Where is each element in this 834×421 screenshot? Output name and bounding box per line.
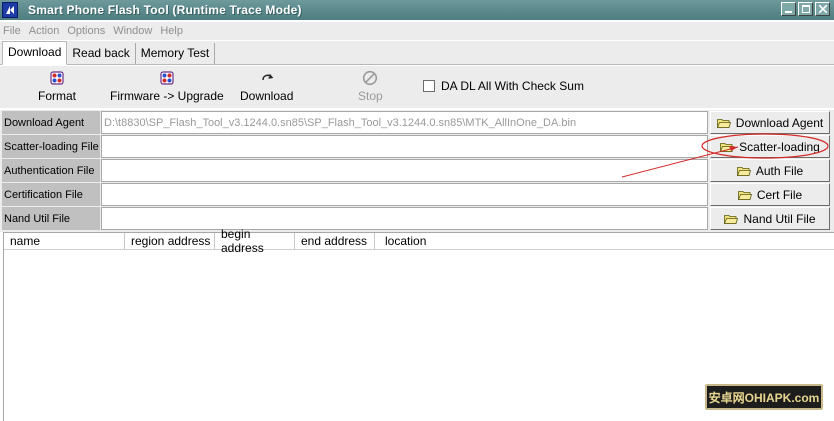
format-button[interactable]: Format <box>38 70 76 103</box>
title-bar[interactable]: Smart Phone Flash Tool (Runtime Trace Mo… <box>0 0 834 20</box>
stop-button[interactable]: Stop <box>358 70 383 103</box>
certification-label: Certification File <box>2 183 100 206</box>
certification-row: Certification File Cert File <box>0 183 834 207</box>
folder-icon <box>716 118 731 128</box>
file-selection-panel: Download Agent D:\t8830\SP_Flash_Tool_v3… <box>0 110 834 232</box>
tab-strip: Download Read back Memory Test <box>0 41 834 65</box>
nand-util-button-label: Nand Util File <box>743 211 816 226</box>
scatter-loading-button-label: Scatter-loading <box>739 139 820 154</box>
menu-window[interactable]: Window <box>109 25 156 37</box>
checksum-checkbox[interactable] <box>423 80 435 92</box>
firmware-upgrade-button[interactable]: Firmware -> Upgrade <box>110 70 224 103</box>
table-header: name region address begin address end ad… <box>4 227 834 255</box>
nand-util-row: Nand Util File Nand Util File <box>0 207 834 231</box>
cert-file-button[interactable]: Cert File <box>710 183 830 206</box>
nand-util-field[interactable] <box>101 207 708 230</box>
authentication-row: Authentication File Auth File <box>0 159 834 183</box>
watermark-logo: 安卓网OHIAPK.com <box>705 384 823 410</box>
scatter-loading-button[interactable]: Scatter-loading <box>710 135 830 158</box>
download-arrow-icon <box>259 70 275 86</box>
close-icon[interactable] <box>815 2 830 16</box>
column-location[interactable]: location <box>375 233 495 249</box>
column-begin-address[interactable]: begin address <box>215 227 295 255</box>
download-label: Download <box>240 89 294 103</box>
folder-icon <box>724 214 739 224</box>
format-icon <box>49 70 65 86</box>
minimize-icon[interactable] <box>781 2 796 16</box>
certification-field[interactable] <box>101 183 708 206</box>
tab-read-back[interactable]: Read back <box>67 43 136 64</box>
nand-util-button[interactable]: Nand Util File <box>710 207 830 230</box>
stop-icon <box>362 70 378 86</box>
flash-tool-logo-icon[interactable] <box>2 2 18 18</box>
tab-memory-test[interactable]: Memory Test <box>136 43 216 64</box>
watermark-text: 安卓网OHIAPK.com <box>708 390 820 405</box>
column-region-address[interactable]: region address <box>125 233 215 249</box>
menu-options[interactable]: Options <box>63 25 109 37</box>
authentication-field[interactable] <box>101 159 708 182</box>
folder-icon <box>736 166 751 176</box>
column-end-address[interactable]: end address <box>295 233 375 249</box>
scatter-loading-row: Scatter-loading File Scatter-loading <box>0 135 834 159</box>
toolbar: Format Firmware -> Upgrade Download Stop… <box>0 66 834 108</box>
checksum-option[interactable]: DA DL All With Check Sum <box>423 79 584 93</box>
nand-util-label: Nand Util File <box>2 207 100 230</box>
download-agent-button[interactable]: Download Agent <box>710 111 830 134</box>
folder-icon <box>737 190 752 200</box>
menu-file[interactable]: File <box>0 25 25 37</box>
maximize-icon[interactable] <box>798 2 813 16</box>
download-button[interactable]: Download <box>240 70 293 103</box>
download-agent-label: Download Agent <box>2 111 100 134</box>
folder-icon <box>720 142 735 152</box>
auth-file-button[interactable]: Auth File <box>710 159 830 182</box>
window-title: Smart Phone Flash Tool (Runtime Trace Mo… <box>28 3 302 17</box>
auth-file-button-label: Auth File <box>755 163 804 178</box>
firmware-upgrade-label: Firmware -> Upgrade <box>110 89 224 103</box>
checksum-label: DA DL All With Check Sum <box>441 79 584 93</box>
column-name[interactable]: name <box>4 233 125 249</box>
download-agent-button-label: Download Agent <box>735 115 824 130</box>
menu-action[interactable]: Action <box>25 25 64 37</box>
menu-bar: File Action Options Window Help <box>0 22 834 40</box>
stop-label: Stop <box>358 89 383 103</box>
download-agent-field[interactable]: D:\t8830\SP_Flash_Tool_v3.1244.0.sn85\SP… <box>101 111 708 134</box>
tab-download[interactable]: Download <box>2 41 68 65</box>
authentication-label: Authentication File <box>2 159 100 182</box>
menu-help[interactable]: Help <box>156 25 187 37</box>
firmware-upgrade-icon <box>159 70 175 86</box>
scatter-loading-label: Scatter-loading File <box>2 135 100 158</box>
cert-file-button-label: Cert File <box>756 187 803 202</box>
format-label: Format <box>38 89 77 103</box>
scatter-loading-field[interactable] <box>101 135 708 158</box>
download-agent-row: Download Agent D:\t8830\SP_Flash_Tool_v3… <box>0 111 834 135</box>
